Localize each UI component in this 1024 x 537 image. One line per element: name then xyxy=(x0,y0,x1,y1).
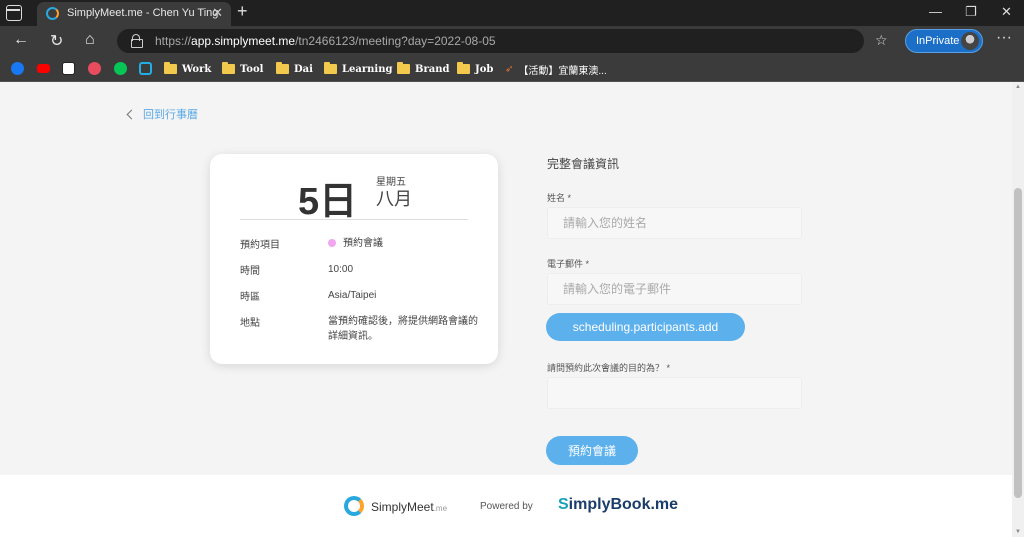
detail-value: 預約會議 xyxy=(328,236,478,251)
bookmark-folder-work[interactable]: Work xyxy=(164,60,211,78)
name-input[interactable] xyxy=(547,207,802,239)
bookmark-event[interactable]: ➶ 【活動】宜蘭東澳... xyxy=(505,60,607,78)
tab-close-icon[interactable]: ✕ xyxy=(212,5,223,21)
favorites-icon[interactable]: ☆ xyxy=(875,32,888,49)
name-label: 姓名 * xyxy=(547,193,572,203)
bilibili-icon[interactable] xyxy=(139,62,152,75)
restore-icon[interactable]: ❐ xyxy=(965,4,977,20)
simplymeet-suffix: .me xyxy=(433,504,448,513)
url-path: /tn2466123/meeting?day=2022-08-05 xyxy=(295,34,496,48)
home-icon[interactable]: ⌂ xyxy=(85,31,95,49)
detail-value: 10:00 xyxy=(328,264,354,275)
detail-label: 時區 xyxy=(240,292,260,303)
simplymeet-favicon-icon xyxy=(46,7,59,20)
profile-avatar xyxy=(961,32,979,50)
booking-summary-card: 5日 星期五 八月 預約項目 預約會議 時間 10:00 時區 Asia/Tai… xyxy=(210,154,498,364)
email-label: 電子郵件 * xyxy=(547,259,590,269)
line-icon[interactable] xyxy=(114,62,127,75)
lock-icon[interactable] xyxy=(131,34,143,48)
url-scheme: https:// xyxy=(155,34,192,48)
tab-title: SimplyMeet.me - Chen Yu Ting xyxy=(67,7,219,19)
scrollbar-thumb[interactable] xyxy=(1014,188,1022,498)
folder-label: Learning xyxy=(342,63,393,75)
address-row: ← ↻ ⌂ https://app.simplymeet.me/tn246612… xyxy=(0,26,1024,56)
bookmark-folder-brand[interactable]: Brand xyxy=(397,60,449,78)
detail-label: 時間 xyxy=(240,266,260,277)
folder-label: Tool xyxy=(240,63,264,75)
tab-strip: SimplyMeet.me - Chen Yu Ting ✕ + — ❐ ✕ xyxy=(0,0,1024,26)
powered-by-label: Powered by xyxy=(480,501,533,512)
notion-icon[interactable] xyxy=(62,62,75,75)
footer: SimplyMeet.me Powered by SimplyBook.me xyxy=(0,475,1012,537)
refresh-icon[interactable]: ↻ xyxy=(50,31,63,51)
facebook-icon[interactable] xyxy=(11,62,24,75)
service-name: 預約會議 xyxy=(343,238,383,249)
scroll-down-icon[interactable]: ▼ xyxy=(1015,529,1021,535)
folder-icon xyxy=(164,62,177,74)
inprivate-button[interactable]: InPrivate xyxy=(905,29,983,53)
book-meeting-button[interactable]: 預約會議 xyxy=(546,436,638,465)
url-text[interactable]: https://app.simplymeet.me/tn2466123/meet… xyxy=(155,34,496,48)
folder-label: Work xyxy=(182,63,212,75)
simplymeet-brand[interactable]: SimplyMeet.me xyxy=(371,500,447,514)
folder-label: Job xyxy=(475,63,494,75)
date-month: 八月 xyxy=(376,189,412,209)
simplybook-brand[interactable]: SimplyBook.me xyxy=(558,496,678,514)
page-scrollbar[interactable]: ▲ ▼ xyxy=(1012,82,1024,537)
detail-label: 預約項目 xyxy=(240,240,280,251)
folder-icon xyxy=(324,62,337,74)
folder-icon xyxy=(276,62,289,74)
bookmark-folder-tool[interactable]: Tool xyxy=(222,60,263,78)
simplybook-rest: implyBook.me xyxy=(568,496,679,513)
bookmark-folder-dai[interactable]: Dai xyxy=(276,60,313,78)
folder-label: Brand xyxy=(415,63,450,75)
window-close-icon[interactable]: ✕ xyxy=(1001,4,1012,20)
youtube-icon[interactable] xyxy=(37,64,50,73)
folder-icon xyxy=(397,62,410,74)
minimize-icon[interactable]: — xyxy=(929,4,942,19)
date-day: 5日 xyxy=(298,181,358,223)
new-tab-icon[interactable]: + xyxy=(237,1,248,22)
url-host: app.simplymeet.me xyxy=(191,34,296,48)
tab-actions-icon[interactable] xyxy=(6,5,22,21)
purpose-input[interactable] xyxy=(547,377,802,409)
chevron-left-icon xyxy=(126,109,137,119)
simplymeet-name: SimplyMeet xyxy=(371,500,434,514)
detail-value: Asia/Taipei xyxy=(328,290,377,301)
card-divider xyxy=(240,219,468,220)
folder-icon xyxy=(457,62,470,74)
folder-label: Dai xyxy=(294,63,313,75)
bookmarks-bar: Work Tool Dai Learning Brand Job ➶ 【活動】宜蘭… xyxy=(0,56,1024,82)
bookmark-folder-learning[interactable]: Learning xyxy=(324,60,392,78)
simplybook-s: S xyxy=(558,496,569,513)
folder-icon xyxy=(222,62,235,74)
app-icon[interactable] xyxy=(88,62,101,75)
back-label: 回到行事曆 xyxy=(143,109,198,121)
back-icon[interactable]: ← xyxy=(13,31,29,49)
address-bar[interactable]: https://app.simplymeet.me/tn2466123/meet… xyxy=(117,29,968,53)
event-label: 【活動】宜蘭東澳... xyxy=(518,65,607,77)
simplymeet-logo-icon xyxy=(344,496,364,516)
bookmark-folder-job[interactable]: Job xyxy=(457,60,493,78)
scroll-up-icon[interactable]: ▲ xyxy=(1015,84,1021,90)
back-to-calendar-link[interactable]: 回到行事曆 xyxy=(126,106,198,122)
tab-simplymeet[interactable]: SimplyMeet.me - Chen Yu Ting ✕ xyxy=(37,2,231,26)
purpose-label: 請問預約此次會議的目的為？ * xyxy=(547,363,671,373)
form-title: 完整會議資訊 xyxy=(547,157,620,171)
detail-label: 地點 xyxy=(240,318,260,329)
event-icon: ➶ xyxy=(505,63,514,75)
service-color-dot xyxy=(328,239,336,247)
add-participants-button[interactable]: scheduling.participants.add xyxy=(546,313,745,341)
inprivate-label: InPrivate xyxy=(916,35,960,47)
email-input[interactable] xyxy=(547,273,802,305)
detail-value: 當預約確認後，將提供網路會議的詳細資訊。 xyxy=(328,316,478,342)
more-options-icon[interactable]: ··· xyxy=(996,29,1012,47)
page-content: 回到行事曆 5日 星期五 八月 預約項目 預約會議 時間 10:00 時區 As… xyxy=(0,82,1012,537)
browser-window: SimplyMeet.me - Chen Yu Ting ✕ + — ❐ ✕ ←… xyxy=(0,0,1024,537)
